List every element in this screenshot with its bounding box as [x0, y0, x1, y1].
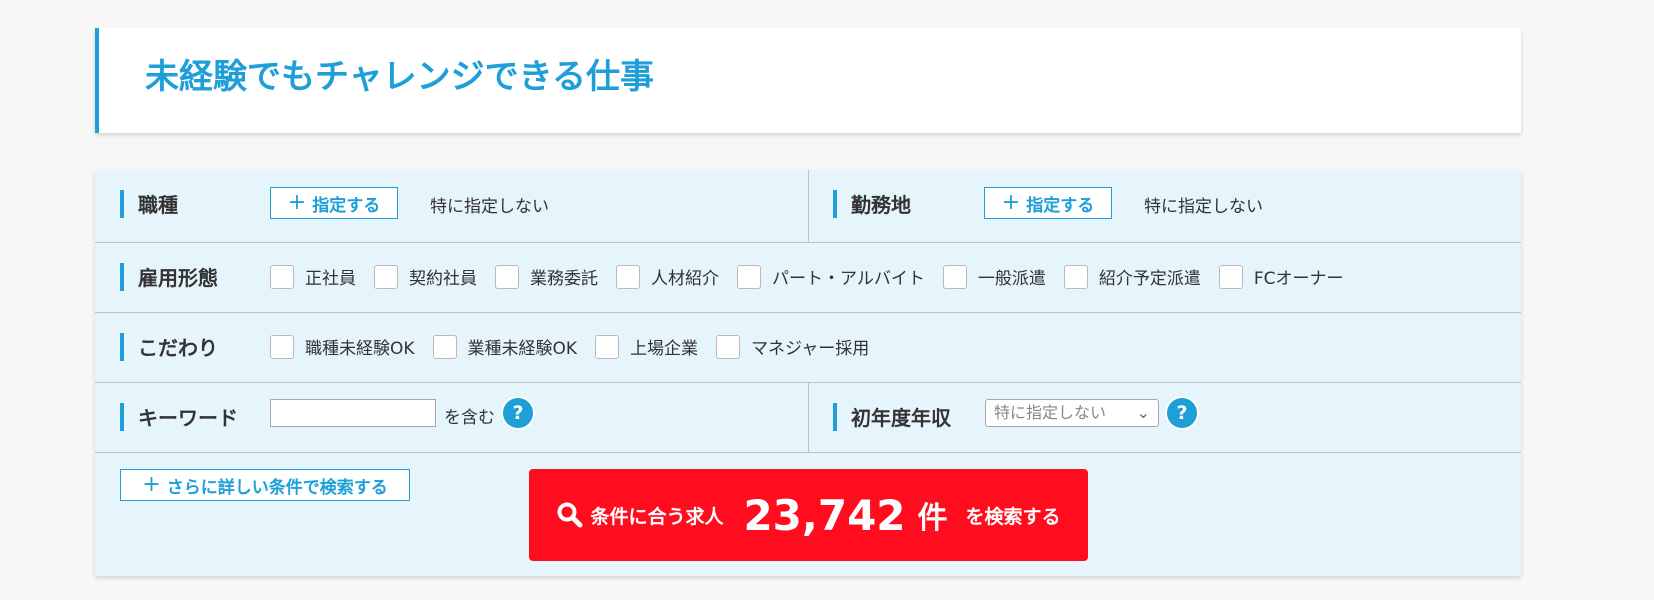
- employment-option-label: 一般派遣: [977, 269, 1046, 289]
- preference-option-label: 上場企業: [630, 339, 699, 359]
- keyword-label: キーワード: [120, 403, 238, 431]
- checkbox[interactable]: [716, 334, 741, 359]
- row-occupation-location: 職種 + 指定する 特に指定しない 勤務地 + 指定する 特に指定しない: [95, 170, 1521, 243]
- employment-option-gyomu-itaku[interactable]: 業務委託: [495, 264, 598, 289]
- keyword-contains-text: を含む: [444, 408, 495, 428]
- location-specify-label: 指定する: [1026, 195, 1095, 216]
- employment-option-label: パート・アルバイト: [772, 269, 925, 289]
- preference-options: 職種未経験OK 業種未経験OK 上場企業 マネジャー採用: [270, 334, 887, 359]
- checkbox[interactable]: [1218, 264, 1243, 289]
- job-count: 23,742: [743, 490, 906, 540]
- checkbox[interactable]: [595, 334, 620, 359]
- salary-selected-value: 特に指定しない: [994, 403, 1107, 422]
- checkbox[interactable]: [1063, 264, 1088, 289]
- plus-icon: +: [142, 472, 161, 497]
- employment-option-label: 業務委託: [530, 269, 598, 289]
- employment-option-label: 正社員: [305, 269, 356, 289]
- search-button-prefix: 条件に合う求人: [590, 505, 724, 528]
- chevron-down-icon: ⌄: [1136, 403, 1150, 422]
- page-title-box: 未経験でもチャレンジできる仕事: [95, 28, 1521, 133]
- checkbox[interactable]: [495, 264, 519, 289]
- preference-option-label: 業種未経験OK: [467, 339, 578, 359]
- checkbox[interactable]: [270, 334, 294, 359]
- checkbox[interactable]: [432, 334, 457, 359]
- salary-label: 初年度年収: [833, 403, 951, 431]
- employment-option-label: FCオーナー: [1253, 269, 1344, 289]
- employment-option-keiyaku[interactable]: 契約社員: [374, 264, 477, 289]
- preference-option-listed-company[interactable]: 上場企業: [595, 334, 698, 359]
- column-divider: [808, 170, 809, 242]
- employment-options: 正社員 契約社員 業務委託 人材紹介 パート・アルバイト 一般派遣 紹介予定派遣…: [270, 264, 1362, 289]
- employment-option-ippan-haken[interactable]: 一般派遣: [942, 264, 1046, 289]
- employment-option-shokai-yotei-haken[interactable]: 紹介予定派遣: [1063, 264, 1201, 289]
- row-employment-type: 雇用形態 正社員 契約社員 業務委託 人材紹介 パート・アルバイト 一般派遣 紹…: [95, 243, 1521, 313]
- keyword-help-icon[interactable]: ?: [503, 398, 533, 428]
- plus-icon: +: [287, 190, 307, 215]
- occupation-value: 特に指定しない: [430, 197, 549, 217]
- employment-option-part-time[interactable]: パート・アルバイト: [737, 264, 925, 289]
- employment-option-label: 紹介予定派遣: [1098, 269, 1201, 289]
- search-button[interactable]: 条件に合う求人 23,742 件 を検索する: [529, 469, 1088, 561]
- search-button-suffix: を検索する: [965, 505, 1061, 528]
- preferences-label: こだわり: [120, 333, 218, 361]
- occupation-label: 職種: [120, 190, 178, 218]
- plus-icon: +: [1001, 190, 1021, 215]
- occupation-specify-label: 指定する: [312, 195, 381, 216]
- location-specify-button[interactable]: + 指定する: [984, 187, 1112, 219]
- employment-option-label: 契約社員: [409, 269, 477, 289]
- location-label: 勤務地: [833, 190, 911, 218]
- preference-option-label: マネジャー採用: [751, 339, 870, 359]
- more-conditions-button[interactable]: + さらに詳しい条件で検索する: [120, 469, 410, 501]
- checkbox[interactable]: [374, 264, 398, 289]
- search-form-panel: 職種 + 指定する 特に指定しない 勤務地 + 指定する 特に指定しない 雇用形…: [95, 170, 1521, 576]
- keyword-input[interactable]: [270, 399, 436, 427]
- column-divider: [808, 383, 809, 452]
- checkbox[interactable]: [737, 264, 761, 289]
- preference-option-label: 職種未経験OK: [305, 339, 415, 359]
- preference-option-no-industry-experience[interactable]: 業種未経験OK: [432, 334, 578, 359]
- preference-option-manager-hiring[interactable]: マネジャー採用: [716, 334, 869, 359]
- employment-option-seishain[interactable]: 正社員: [270, 264, 356, 289]
- salary-help-icon[interactable]: ?: [1167, 398, 1197, 428]
- employment-option-jinzai-shokai[interactable]: 人材紹介: [616, 264, 719, 289]
- checkbox[interactable]: [270, 264, 294, 289]
- checkbox[interactable]: [942, 264, 967, 289]
- employment-label: 雇用形態: [120, 263, 218, 291]
- employment-option-fc-owner[interactable]: FCオーナー: [1218, 264, 1344, 289]
- job-count-unit: 件: [917, 501, 948, 536]
- row-keyword-salary: キーワード を含む ? 初年度年収 特に指定しない ⌄ ?: [95, 383, 1521, 453]
- salary-select[interactable]: 特に指定しない ⌄: [985, 399, 1159, 427]
- row-preferences: こだわり 職種未経験OK 業種未経験OK 上場企業 マネジャー採用: [95, 313, 1521, 383]
- location-value: 特に指定しない: [1144, 197, 1263, 217]
- more-conditions-label: さらに詳しい条件で検索する: [166, 477, 388, 498]
- checkbox[interactable]: [616, 264, 640, 289]
- preference-option-no-job-experience[interactable]: 職種未経験OK: [270, 334, 415, 359]
- employment-option-label: 人材紹介: [651, 269, 719, 289]
- occupation-specify-button[interactable]: + 指定する: [270, 187, 398, 219]
- page-title: 未経験でもチャレンジできる仕事: [145, 57, 654, 97]
- search-icon: [557, 502, 583, 528]
